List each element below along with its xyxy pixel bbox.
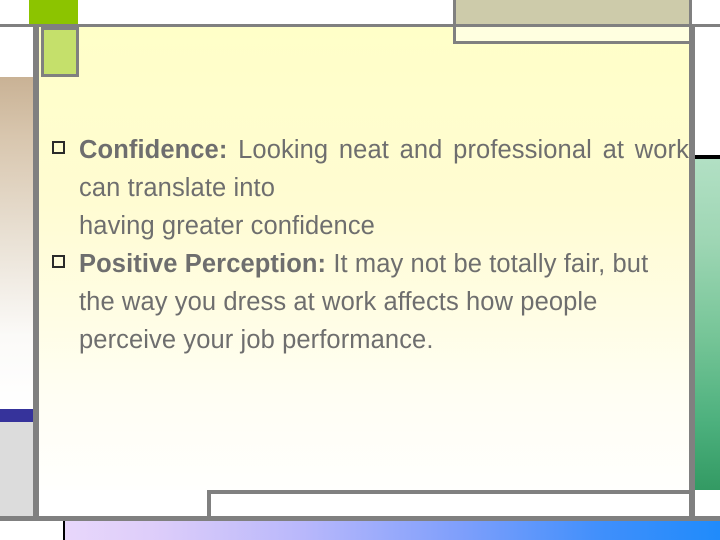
lime-accent-block bbox=[29, 0, 78, 24]
white-notch-block bbox=[0, 27, 29, 77]
bottom-gradient-bar bbox=[63, 521, 720, 540]
list-item-lead: Positive Perception: bbox=[79, 250, 327, 278]
square-bullet-icon bbox=[52, 255, 65, 268]
content-panel: Confidence: Looking neat and professiona… bbox=[39, 27, 689, 490]
tan-outline-block bbox=[453, 27, 692, 44]
square-bullet-icon bbox=[52, 141, 65, 154]
green-gradient-strip bbox=[695, 159, 720, 490]
list-item-lead: Confidence: bbox=[79, 136, 228, 164]
lime-panel-block bbox=[41, 27, 79, 77]
list-item: Confidence: Looking neat and professiona… bbox=[48, 131, 689, 245]
bottom-left-spacer bbox=[0, 521, 63, 540]
left-gradient-strip bbox=[0, 77, 33, 409]
list-item-body: Confidence: Looking neat and professiona… bbox=[79, 131, 689, 245]
bullet-list: Confidence: Looking neat and professiona… bbox=[39, 131, 689, 359]
left-divider bbox=[33, 27, 39, 519]
slide-canvas: Confidence: Looking neat and professiona… bbox=[0, 0, 720, 540]
list-item-body: Positive Perception: It may not be total… bbox=[79, 245, 689, 359]
tan-accent-block bbox=[453, 0, 692, 24]
blue-accent-bar bbox=[0, 409, 33, 422]
list-item: Positive Perception: It may not be total… bbox=[48, 245, 689, 359]
list-item-tail: having greater confidence bbox=[79, 212, 375, 240]
